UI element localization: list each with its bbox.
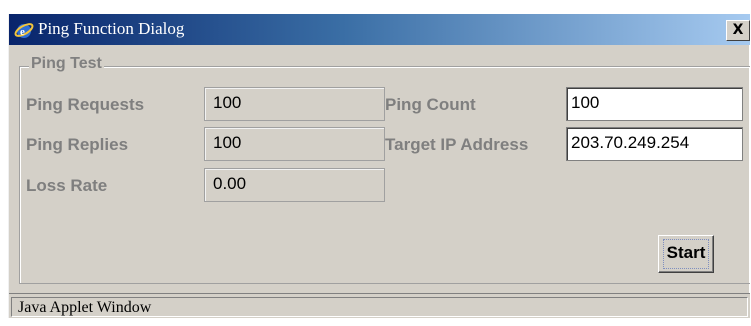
ping-dialog-window: e Ping Function Dialog X Ping Test Ping …	[8, 14, 750, 318]
ping-replies-field: 100	[204, 127, 385, 161]
group-legend: Ping Test	[29, 55, 104, 73]
status-bar: Java Applet Window	[9, 293, 750, 318]
title-bar[interactable]: e Ping Function Dialog X	[9, 14, 750, 45]
close-button[interactable]: X	[726, 20, 750, 41]
loss-rate-label: Loss Rate	[26, 176, 108, 195]
target-ip-input[interactable]: 203.70.249.254	[566, 127, 743, 161]
svg-text:e: e	[20, 26, 25, 38]
ping-count-input[interactable]: 100	[566, 87, 743, 121]
ping-requests-label: Ping Requests	[26, 95, 145, 114]
loss-rate-field: 0.00	[204, 168, 385, 202]
start-button-focus-ring	[663, 239, 709, 269]
status-text: Java Applet Window	[18, 299, 152, 316]
status-panel: Java Applet Window	[11, 297, 748, 317]
ie-icon: e	[14, 23, 34, 38]
target-ip-label: Target IP Address	[385, 135, 529, 154]
ping-count-label: Ping Count	[385, 95, 476, 114]
ping-requests-field: 100	[204, 87, 385, 121]
window-title: Ping Function Dialog	[38, 19, 185, 38]
ping-replies-label: Ping Replies	[26, 135, 129, 154]
